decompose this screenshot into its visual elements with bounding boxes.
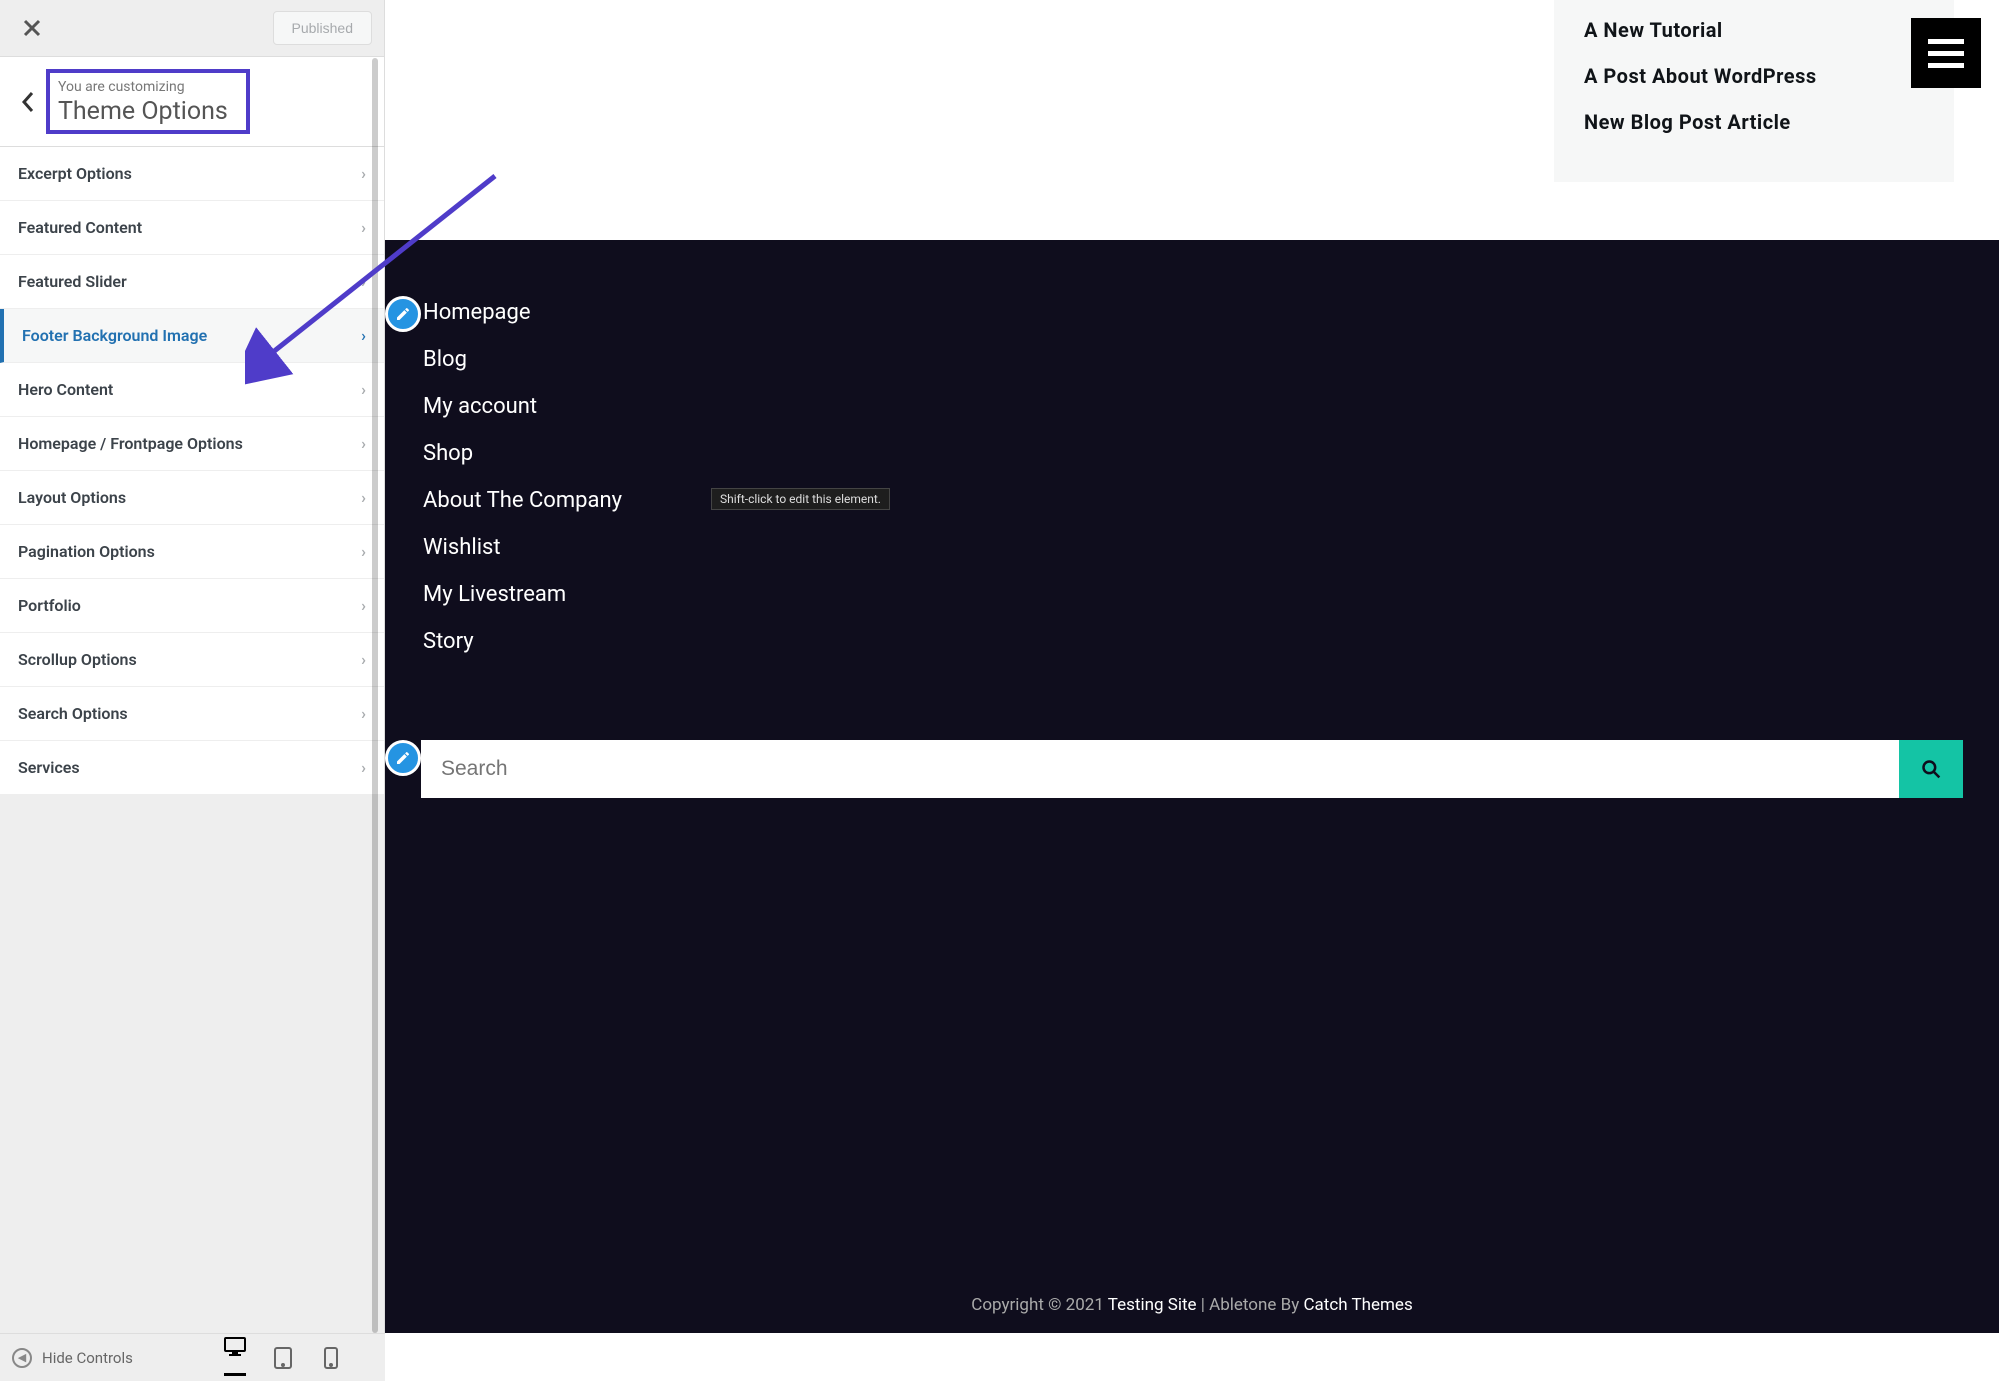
option-label: Pagination Options: [18, 542, 155, 561]
panel-title: Theme Options: [58, 97, 228, 126]
option-label: Featured Slider: [18, 272, 127, 291]
option-label: Excerpt Options: [18, 164, 132, 183]
theme-link[interactable]: Catch Themes: [1303, 1295, 1412, 1315]
preview-pane: A New Tutorial A Post About WordPress Ne…: [385, 0, 1999, 1333]
chevron-right-icon: ›: [361, 326, 366, 345]
footer-link[interactable]: Homepage: [423, 300, 1963, 325]
device-desktop-icon[interactable]: [224, 1347, 246, 1376]
option-search-options[interactable]: Search Options ›: [0, 687, 384, 741]
back-button[interactable]: [10, 91, 46, 113]
recent-post-link[interactable]: A Post About WordPress: [1584, 64, 1924, 88]
panel-subtitle: You are customizing: [58, 79, 228, 95]
chevron-right-icon: ›: [361, 488, 366, 507]
hide-controls-button[interactable]: ◀ Hide Controls: [12, 1348, 133, 1368]
panel-header: You are customizing Theme Options: [0, 57, 384, 147]
chevron-right-icon: ›: [361, 434, 366, 453]
chevron-right-icon: ›: [361, 380, 366, 399]
option-label: Layout Options: [18, 488, 126, 507]
option-featured-content[interactable]: Featured Content ›: [0, 201, 384, 255]
recent-posts-widget: A New Tutorial A Post About WordPress Ne…: [1554, 0, 1954, 182]
footer-search: [421, 740, 1963, 798]
option-label: Portfolio: [18, 596, 81, 615]
option-featured-slider[interactable]: Featured Slider ›: [0, 255, 384, 309]
option-excerpt-options[interactable]: Excerpt Options ›: [0, 147, 384, 201]
option-label: Homepage / Frontpage Options: [18, 434, 243, 453]
footer-link[interactable]: Shop: [423, 441, 1963, 466]
chevron-right-icon: ›: [361, 704, 366, 723]
edit-tooltip: Shift-click to edit this element.: [711, 488, 890, 510]
footer-link[interactable]: Blog: [423, 347, 1963, 372]
edit-shortcut-icon[interactable]: [385, 296, 421, 332]
annotation-highlight: You are customizing Theme Options: [46, 69, 250, 134]
option-portfolio[interactable]: Portfolio ›: [0, 579, 384, 633]
option-pagination-options[interactable]: Pagination Options ›: [0, 525, 384, 579]
customizer-topbar: Published: [0, 0, 384, 57]
option-hero-content[interactable]: Hero Content ›: [0, 363, 384, 417]
chevron-right-icon: ›: [361, 218, 366, 237]
hamburger-menu-button[interactable]: [1911, 18, 1981, 88]
option-label: Services: [18, 758, 80, 777]
search-input[interactable]: [421, 740, 1899, 798]
options-list[interactable]: Excerpt Options›Featured Content›Feature…: [0, 147, 384, 1333]
hide-controls-label: Hide Controls: [42, 1349, 133, 1367]
customizer-footer: ◀ Hide Controls: [0, 1333, 385, 1381]
customizer-sidebar: Published You are customizing Theme Opti…: [0, 0, 385, 1333]
option-label: Scrollup Options: [18, 650, 137, 669]
publish-status-button[interactable]: Published: [273, 11, 373, 45]
chevron-right-icon: ›: [361, 164, 366, 183]
option-label: Footer Background Image: [22, 326, 207, 345]
device-tablet-icon[interactable]: [272, 1347, 294, 1369]
device-mobile-icon[interactable]: [320, 1347, 342, 1369]
chevron-right-icon: ›: [361, 650, 366, 669]
option-footer-background-image[interactable]: Footer Background Image ›: [0, 309, 384, 363]
footer-link[interactable]: My Livestream: [423, 582, 1963, 607]
collapse-icon: ◀: [12, 1348, 32, 1368]
option-layout-options[interactable]: Layout Options ›: [0, 471, 384, 525]
option-scrollup-options[interactable]: Scrollup Options ›: [0, 633, 384, 687]
recent-post-link[interactable]: New Blog Post Article: [1584, 110, 1924, 134]
site-link[interactable]: Testing Site: [1108, 1295, 1197, 1315]
edit-shortcut-icon[interactable]: [385, 740, 421, 776]
option-homepage-frontpage-options[interactable]: Homepage / Frontpage Options ›: [0, 417, 384, 471]
search-button[interactable]: [1899, 740, 1963, 798]
chevron-right-icon: ›: [361, 596, 366, 615]
option-services[interactable]: Services ›: [0, 741, 384, 795]
scrollbar[interactable]: [372, 58, 378, 1333]
chevron-right-icon: ›: [361, 272, 366, 291]
option-label: Hero Content: [18, 380, 113, 399]
footer-link[interactable]: My account: [423, 394, 1963, 419]
footer-link[interactable]: About The Company: [423, 488, 1963, 513]
recent-post-link[interactable]: A New Tutorial: [1584, 18, 1924, 42]
site-footer: Homepage Blog My account Shop About The Comp…: [385, 240, 1999, 1333]
option-label: Featured Content: [18, 218, 142, 237]
chevron-right-icon: ›: [361, 758, 366, 777]
footer-link[interactable]: Story: [423, 629, 1963, 654]
chevron-right-icon: ›: [361, 542, 366, 561]
footer-nav: Homepage Blog My account Shop About The Comp…: [423, 300, 1963, 654]
footer-link[interactable]: Wishlist: [423, 535, 1963, 560]
option-label: Search Options: [18, 704, 128, 723]
copyright: Copyright © 2021 Testing Site | Abletone…: [385, 1295, 1999, 1315]
close-button[interactable]: [12, 8, 52, 48]
